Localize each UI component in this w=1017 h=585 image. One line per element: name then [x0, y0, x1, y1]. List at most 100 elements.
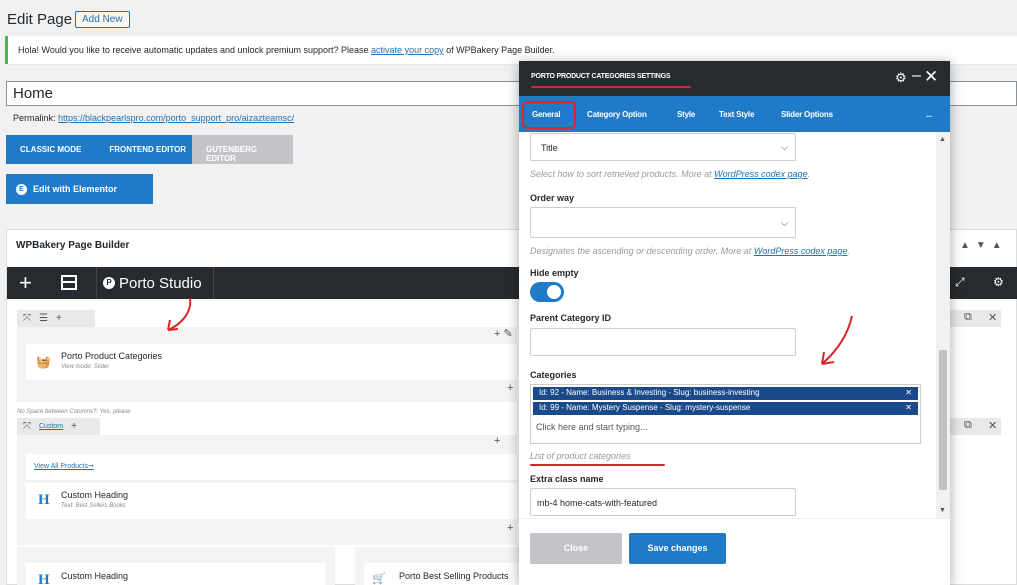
element-custom-heading-2[interactable]: H Custom Heading: [26, 563, 325, 585]
edit-elementor-label: Edit with Elementor: [33, 184, 118, 194]
row2-add-icon[interactable]: +: [71, 421, 77, 432]
delete-icon[interactable]: ✕: [988, 311, 997, 324]
scroll-down-icon[interactable]: ▼: [939, 507, 946, 514]
codex-link[interactable]: WordPress codex page: [714, 169, 808, 179]
remove-chip-icon[interactable]: ✕: [905, 403, 912, 412]
permalink-label: Permalink:: [13, 113, 56, 123]
row2-controls: ⤧ Custom +: [17, 418, 100, 435]
order-by-value: Title: [541, 143, 558, 153]
update-notice: Hola! Would you like to receive automati…: [5, 36, 1017, 64]
permalink-url[interactable]: https://blackpearlspro.com/porto_support…: [58, 113, 294, 123]
save-changes-button[interactable]: Save changes: [629, 533, 726, 564]
chevron-down-icon: ⌵: [781, 218, 788, 228]
heading2-name: Custom Heading: [61, 571, 129, 581]
scroll-thumb[interactable]: [939, 350, 947, 490]
element-product-categories[interactable]: 🧺 Porto Product Categories View mode: Sl…: [26, 344, 517, 380]
tab-text-style[interactable]: Text Style: [719, 110, 754, 119]
modal-header: PORTO PRODUCT CATEGORIES SETTINGS ⚙ – ✕: [519, 61, 950, 96]
chevron-down-icon: ⌵: [781, 142, 788, 152]
element-view-all[interactable]: View All Products➞: [26, 454, 517, 480]
modal-body: Title ⌵ Select how to sort retrieved pro…: [519, 132, 936, 518]
categories-input[interactable]: Click here and start typing...: [533, 417, 918, 437]
modal-gear-icon[interactable]: ⚙: [895, 70, 907, 86]
hide-empty-toggle[interactable]: [530, 282, 564, 302]
element-best-selling[interactable]: 🛒 Porto Best Selling Products: [364, 563, 519, 585]
tab-slider-options[interactable]: Slider Options: [781, 110, 833, 119]
porto-logo-icon: P: [103, 277, 115, 289]
duplicate-icon[interactable]: ⧉: [964, 311, 972, 324]
minimize-icon[interactable]: –: [912, 67, 921, 85]
scroll-up-icon[interactable]: ▲: [939, 136, 946, 143]
remove-chip-icon[interactable]: ✕: [905, 388, 912, 397]
element-name: Porto Product Categories: [61, 351, 163, 361]
activate-link[interactable]: activate your copy: [371, 45, 444, 55]
general-tab-annotation: [522, 101, 576, 129]
notice-suffix: of WPBakery Page Builder.: [446, 45, 555, 55]
order-by-help: Select how to sort retrieved products. M…: [530, 169, 811, 179]
categories-help: List of product categories: [530, 451, 631, 461]
row-controls: ⤧ ☰ +: [17, 310, 95, 327]
classic-mode-button[interactable]: CLASSIC MODE: [6, 135, 95, 164]
add-element-icon[interactable]: +: [19, 270, 32, 296]
panel-arrows[interactable]: ▲▼▲: [960, 240, 1008, 251]
row-move-icon[interactable]: ⤧: [23, 313, 31, 324]
order-way-help: Designates the ascending or descending o…: [530, 246, 850, 256]
notice-text: Hola! Would you like to receive automati…: [18, 45, 369, 55]
order-by-select[interactable]: Title ⌵: [530, 133, 796, 161]
heading-name: Custom Heading: [61, 490, 129, 500]
row2-move-icon[interactable]: ⤧: [23, 421, 31, 432]
annotation-arrow-right: [821, 315, 853, 365]
parent-category-input[interactable]: [530, 328, 796, 356]
tab-style[interactable]: Style: [677, 110, 695, 119]
frontend-editor-button[interactable]: FRONTEND EDITOR: [95, 135, 200, 164]
annotation-arrow-left: [167, 297, 192, 331]
codex-link-2[interactable]: WordPress codex page: [754, 246, 848, 256]
column-add-icon[interactable]: + ✎: [494, 327, 513, 340]
editor-mode-bar: CLASSIC MODE FRONTEND EDITOR: [6, 135, 201, 164]
add-new-button[interactable]: Add New: [75, 11, 130, 28]
row2-column-add-icon[interactable]: +: [494, 435, 500, 447]
tab-more[interactable]: ...: [926, 110, 932, 119]
cart-icon: 🛒: [372, 573, 386, 585]
category-chip[interactable]: Id: 92 - Name: Business & Investing - Sl…: [533, 387, 918, 400]
modal-scrollbar[interactable]: ▲ ▼: [936, 132, 950, 518]
elementor-icon: E: [16, 183, 27, 195]
porto-studio-label: Porto Studio: [119, 274, 202, 292]
element-custom-heading[interactable]: H Custom Heading Text: Best Sellers Book…: [26, 483, 517, 519]
element-sub: View mode: Slider: [61, 364, 110, 370]
fullscreen-icon[interactable]: ⤢: [955, 275, 965, 290]
heading2-icon: H: [38, 572, 50, 585]
view-all-link[interactable]: View All Products➞: [34, 462, 94, 470]
settings-modal: PORTO PRODUCT CATEGORIES SETTINGS ⚙ – ✕ …: [519, 61, 950, 585]
right-element-2: [950, 454, 1001, 480]
duplicate2-icon[interactable]: ⧉: [964, 419, 972, 432]
permalink: Permalink: https://blackpearlspro.com/po…: [13, 113, 294, 123]
wpbakery-title: WPBakery Page Builder: [16, 240, 130, 251]
title-underline-annotation: [531, 86, 691, 88]
extra-class-input[interactable]: mb-4 home-cats-with-featured: [530, 488, 796, 516]
right-element-3: [950, 483, 1001, 519]
element-add-icon[interactable]: +: [507, 382, 513, 394]
custom-tag[interactable]: Custom: [39, 423, 63, 430]
row-add-icon[interactable]: +: [56, 313, 62, 324]
modal-title: PORTO PRODUCT CATEGORIES SETTINGS: [531, 73, 671, 80]
layout-icon[interactable]: [61, 275, 77, 290]
row2-element-add-icon[interactable]: +: [507, 522, 513, 534]
basket-icon: 🧺: [36, 355, 51, 369]
row-layout-icon[interactable]: ☰: [39, 313, 48, 324]
page-title: Edit Page: [7, 11, 73, 28]
parent-category-label: Parent Category ID: [530, 313, 612, 323]
gutenberg-editor-button[interactable]: GUTENBERG EDITOR: [192, 135, 293, 164]
categories-box[interactable]: Id: 92 - Name: Business & Investing - Sl…: [530, 384, 921, 444]
delete2-icon[interactable]: ✕: [988, 419, 997, 432]
order-way-select[interactable]: ⌵: [530, 207, 796, 238]
categories-underline-annotation: [530, 464, 665, 466]
right-row2-controls: ⧉ ✕: [950, 418, 1001, 435]
right-row-controls: ⧉ ✕: [950, 310, 1001, 327]
tab-category-option[interactable]: Category Option: [587, 110, 647, 119]
edit-elementor-button[interactable]: E Edit with Elementor: [6, 174, 153, 204]
close-icon[interactable]: ✕: [924, 67, 938, 87]
settings-gear-icon[interactable]: ⚙: [993, 275, 1004, 289]
category-chip[interactable]: Id: 99 - Name: Mystery Suspense - Slug: …: [533, 402, 918, 415]
close-button[interactable]: Close: [530, 533, 622, 564]
